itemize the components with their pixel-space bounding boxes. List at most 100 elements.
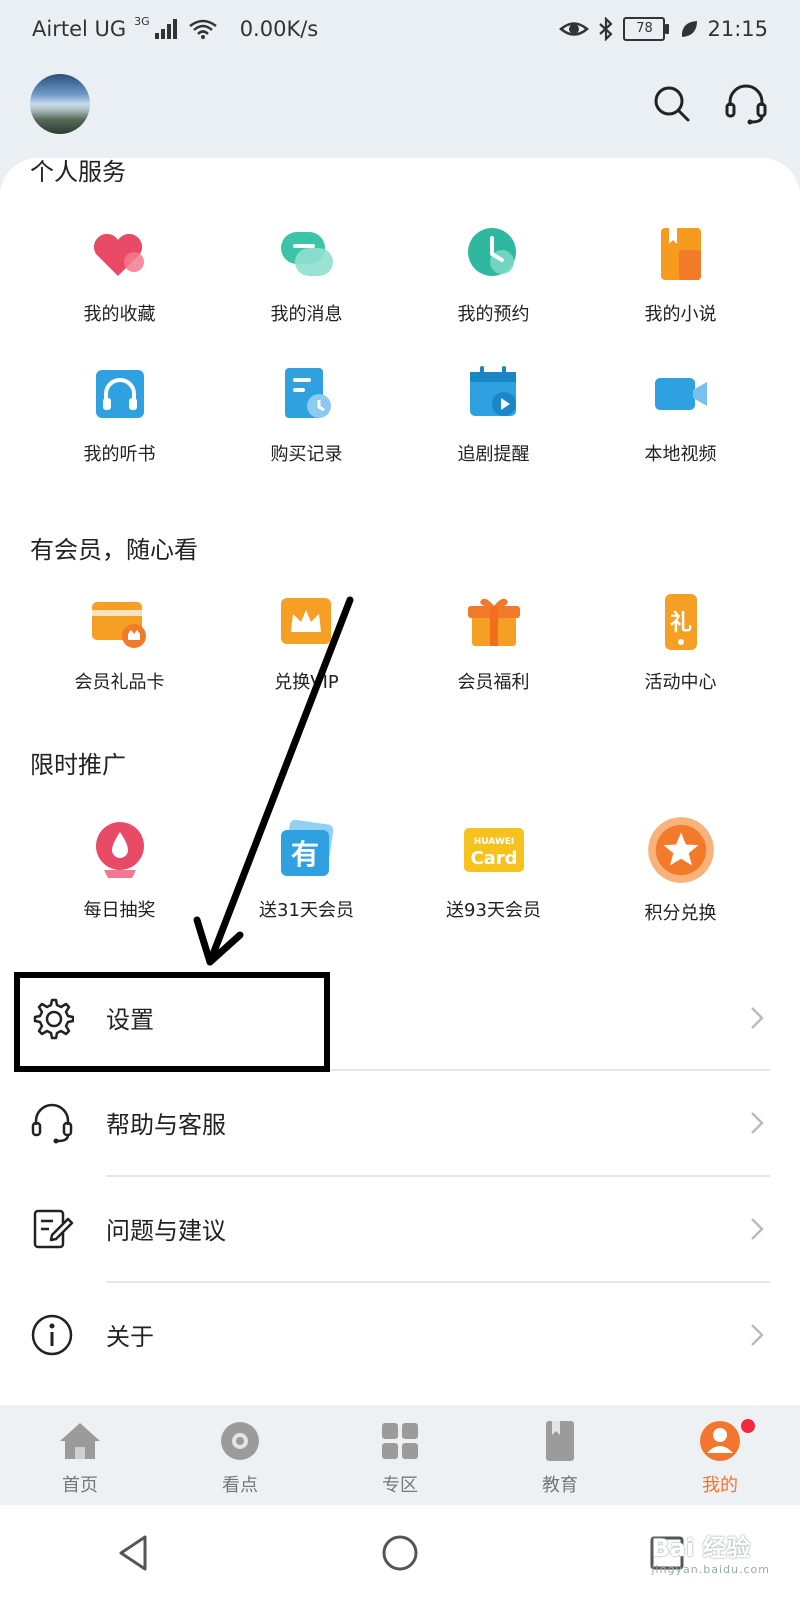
personal-services-row-1: 我的收藏 我的消息 我的预约 我的小说: [0, 222, 800, 326]
tab-home[interactable]: 首页: [0, 1405, 160, 1505]
tab-label: 看点: [222, 1475, 258, 1496]
home-icon: [60, 1423, 100, 1459]
bluetooth-icon: [599, 17, 614, 41]
carrier-label: Airtel UG: [32, 17, 127, 41]
personal-services-row-2: 我的听书 购买记录 追剧提醒 本地视频: [0, 362, 800, 466]
tab-highlights[interactable]: 看点: [160, 1405, 320, 1505]
menu-item-feedback[interactable]: 问题与建议: [0, 1177, 800, 1281]
grid-item-gift-card[interactable]: 会员礼品卡: [26, 590, 213, 694]
tab-zone[interactable]: 专区: [320, 1405, 480, 1505]
grid-label: 购买记录: [270, 444, 343, 465]
watermark-sub: jingyan.baidu.com: [651, 1563, 770, 1576]
grid-label: 每日抽奖: [83, 900, 156, 921]
grid-label: 我的听书: [83, 444, 156, 465]
receipt-icon: [284, 368, 331, 418]
section-title-vip: 有会员，随心看: [30, 536, 198, 564]
info-icon: [31, 1314, 73, 1356]
chevron-right-icon: [751, 1218, 764, 1240]
grid-item-redeem-vip[interactable]: 兑换VIP: [213, 590, 400, 694]
net-speed: 0.00K/s: [239, 17, 319, 41]
tab-label: 专区: [382, 1475, 418, 1496]
tab-label: 教育: [542, 1475, 578, 1496]
chevron-right-icon: [751, 1007, 764, 1029]
you-badge-icon: 有: [280, 819, 333, 876]
chat-bubbles-icon: [280, 232, 333, 276]
notification-dot: [739, 1417, 757, 1435]
grid-item-audiobooks[interactable]: 我的听书: [26, 362, 213, 466]
profile-icon: [700, 1421, 740, 1461]
grid-item-daily-lottery[interactable]: 每日抽奖: [26, 818, 213, 925]
grid-item-messages[interactable]: 我的消息: [213, 222, 400, 326]
grid-item-member-benefits[interactable]: 会员福利: [400, 590, 587, 694]
network-type: 3G: [134, 14, 150, 28]
crown-icon: [280, 598, 331, 644]
camera-dot-icon: [221, 1422, 259, 1460]
grid-label: 送93天会员: [446, 900, 541, 921]
grid-item-reservations[interactable]: 我的预约: [400, 222, 587, 326]
avatar[interactable]: [30, 74, 90, 134]
grid-item-activity-center[interactable]: 礼 活动中心: [587, 590, 774, 694]
grid-label: 本地视频: [644, 444, 717, 465]
leaf-icon: [682, 21, 698, 37]
video-camera-icon: [654, 378, 707, 410]
clock-time: 21:15: [707, 17, 768, 41]
grid-label: 兑换VIP: [274, 672, 339, 693]
grid-label: 积分兑换: [644, 903, 717, 924]
top-bar: [0, 58, 800, 158]
grid-label: 我的收藏: [83, 304, 156, 325]
section-title-personal-services: 个人服务: [30, 158, 126, 186]
battery-indicator: 78: [623, 17, 670, 41]
book-icon: [660, 228, 701, 280]
grid-label: 送31天会员: [259, 900, 354, 921]
back-button[interactable]: [103, 1523, 163, 1583]
grid-label: 会员礼品卡: [74, 672, 165, 693]
gift-card-icon: [91, 602, 146, 648]
grid-icon: [382, 1423, 418, 1459]
annotation-highlight-box: [14, 972, 330, 1072]
vip-row: 会员礼品卡 兑换VIP 会员福利 礼 活动中心: [0, 590, 800, 694]
phone-gift-icon: 礼: [664, 594, 697, 650]
grid-item-novels[interactable]: 我的小说: [587, 222, 774, 326]
huawei-card-icon: HUAWEI Card: [463, 828, 524, 872]
tab-label: 首页: [62, 1475, 98, 1496]
search-icon[interactable]: [650, 82, 694, 126]
status-bar: Airtel UG 3G 0.00K/s 78 21:15: [0, 0, 800, 58]
menu-item-about[interactable]: 关于: [0, 1283, 800, 1387]
section-title-promo: 限时推广: [30, 751, 126, 779]
clock-icon: [467, 228, 516, 276]
grid-item-purchases[interactable]: 购买记录: [213, 362, 400, 466]
grid-label: 追剧提醒: [457, 444, 530, 465]
grid-item-93-day-vip[interactable]: HUAWEI Card 送93天会员: [400, 818, 587, 925]
heart-icon: [93, 233, 144, 276]
star-coin-icon: [647, 817, 714, 883]
wifi-icon: [188, 19, 217, 39]
grid-label: 活动中心: [644, 672, 717, 693]
grid-item-show-reminders[interactable]: 追剧提醒: [400, 362, 587, 466]
grid-item-local-video[interactable]: 本地视频: [587, 362, 774, 466]
tab-label: 我的: [702, 1475, 738, 1496]
tab-education[interactable]: 教育: [480, 1405, 640, 1505]
chevron-right-icon: [751, 1324, 764, 1346]
chevron-right-icon: [751, 1112, 764, 1134]
eye-icon: [559, 22, 590, 36]
svg-text:HUAWEI: HUAWEI: [473, 837, 514, 847]
watermark: Bai 经验 jingyan.baidu.com: [651, 1528, 770, 1576]
headset-icon: [31, 1103, 73, 1144]
grid-item-favorites[interactable]: 我的收藏: [26, 222, 213, 326]
menu-label: 帮助与客服: [106, 1111, 226, 1139]
book-mark-icon: [546, 1421, 574, 1461]
feedback-icon: [33, 1209, 74, 1249]
lottery-icon: [95, 822, 144, 878]
tab-mine[interactable]: 我的: [640, 1405, 800, 1505]
svg-text:礼: 礼: [669, 610, 691, 636]
menu-item-help[interactable]: 帮助与客服: [0, 1071, 800, 1175]
menu-label: 关于: [106, 1323, 154, 1351]
promo-row: 每日抽奖 有 送31天会员 HUAWEI Card 送93天会员 积分兑换: [0, 817, 800, 925]
grid-item-31-day-vip[interactable]: 有 送31天会员: [213, 818, 400, 925]
gift-box-icon: [467, 598, 520, 646]
headphones-icon: [95, 370, 144, 418]
headset-icon[interactable]: [724, 82, 768, 126]
bottom-tab-bar: 首页 看点 专区 教育 我的: [0, 1405, 800, 1505]
home-button[interactable]: [370, 1523, 430, 1583]
grid-item-points-exchange[interactable]: 积分兑换: [587, 817, 774, 925]
